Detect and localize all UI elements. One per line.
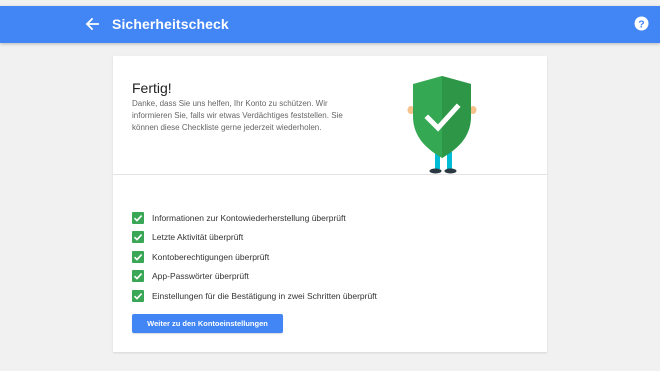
- completion-title: Fertig!: [132, 80, 172, 96]
- page-title: Sicherheitscheck: [112, 16, 229, 32]
- continue-to-account-settings-button[interactable]: Weiter zu den Kontoeinstellungen: [132, 314, 283, 333]
- checklist-item: Letzte Aktivität überprüft: [132, 228, 377, 248]
- app-header: Sicherheitscheck ?: [0, 6, 660, 43]
- svg-text:?: ?: [638, 18, 644, 30]
- completion-message: Danke, dass Sie uns helfen, Ihr Konto zu…: [132, 99, 343, 132]
- checkbox-checked-icon: [132, 231, 144, 244]
- arrow-back-icon: [85, 17, 99, 31]
- checkbox-checked-icon: [132, 211, 144, 224]
- checklist-item-label: Einstellungen für die Bestätigung in zwe…: [152, 290, 377, 301]
- checklist-item-label: Informationen zur Kontowiederherstellung…: [152, 212, 346, 223]
- checklist-item: Einstellungen für die Bestätigung in zwe…: [132, 286, 377, 306]
- security-checkup-card: Fertig! Danke, dass Sie uns helfen, Ihr …: [113, 56, 547, 352]
- security-shield-check-icon: [407, 76, 477, 174]
- checklist-item-label: Kontoberechtigungen überprüft: [152, 251, 270, 262]
- checklist-item: Kontoberechtigungen überprüft: [132, 247, 377, 267]
- completion-section: Fertig! Danke, dass Sie uns helfen, Ihr …: [113, 56, 547, 175]
- checklist-item-label: App-Passwörter überprüft: [152, 271, 249, 282]
- help-circle-icon: ?: [634, 16, 649, 31]
- checklist-item: App-Passwörter überprüft: [132, 267, 377, 287]
- help-button[interactable]: ?: [634, 16, 649, 31]
- checkbox-checked-icon: [132, 270, 144, 283]
- checkbox-checked-icon: [132, 289, 144, 302]
- checklist-item-label: Letzte Aktivität überprüft: [152, 232, 244, 243]
- back-button[interactable]: [84, 15, 100, 33]
- checklist: Informationen zur Kontowiederherstellung…: [132, 208, 377, 306]
- checklist-item: Informationen zur Kontowiederherstellung…: [132, 208, 377, 228]
- checkbox-checked-icon: [132, 250, 144, 263]
